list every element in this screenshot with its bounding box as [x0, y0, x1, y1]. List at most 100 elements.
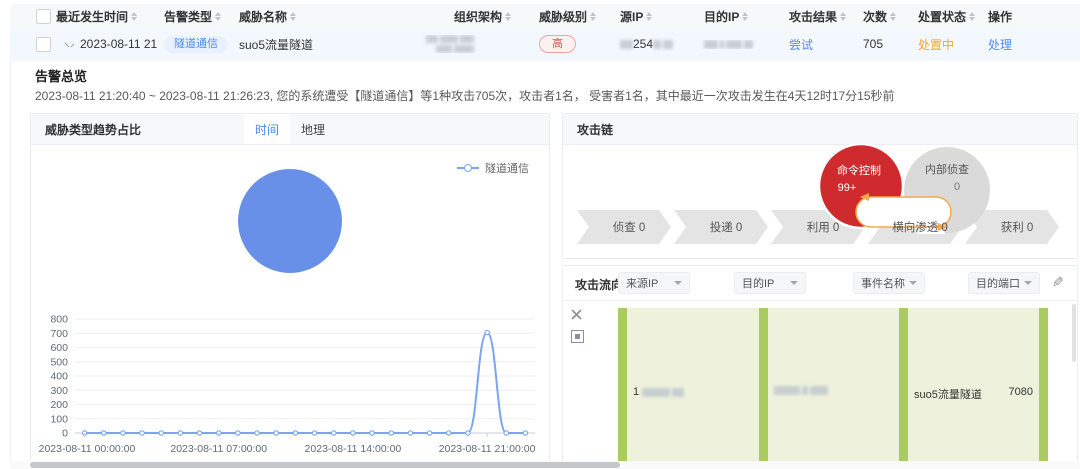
row-expander-chevron-down-icon[interactable]: [64, 42, 74, 47]
attack-chain-panel: 攻击链 侦查 0投递 0利用 0横向渗透 0获利 0命令控制99+内部侦查0: [562, 113, 1078, 259]
row-expander-cell: [54, 42, 74, 47]
select-all-checkbox[interactable]: [36, 9, 51, 24]
trend-line-chart: 01002003004005006007008002023-08-11 00:0…: [31, 309, 551, 461]
attack-flow-header: 攻击流向 来源IP 目的IP 事件名称 目的端口 ✎: [563, 266, 1077, 301]
overview-title: 告警总览: [35, 66, 87, 85]
cell-threat-name: suo5流量隧道: [233, 36, 418, 53]
legend-line-circle-icon: [457, 167, 479, 169]
col-header-source-ip[interactable]: 源IP: [608, 8, 698, 25]
row-checkbox[interactable]: [36, 37, 51, 52]
sort-icon[interactable]: [215, 12, 221, 21]
fit-view-icon[interactable]: [571, 330, 584, 343]
col-header-time[interactable]: 最近发生时间: [54, 8, 158, 25]
sort-icon[interactable]: [505, 12, 511, 21]
overview-summary: 2023-08-11 21:20:40 ~ 2023-08-11 21:26:2…: [35, 87, 895, 104]
panel-vertical-scrollbar[interactable]: [1072, 304, 1076, 362]
sort-icon[interactable]: [969, 12, 975, 21]
flow-label-2: [774, 386, 828, 395]
col-header-action: 操作: [978, 8, 1080, 25]
cell-action: 处理: [978, 36, 1080, 53]
cell-count: 705: [853, 37, 908, 51]
svg-text:200: 200: [50, 399, 68, 411]
flow-band-3[interactable]: suo5流量隧道 7080: [908, 308, 1039, 469]
col-header-threat-level[interactable]: 威胁级别: [533, 8, 608, 25]
horizontal-scrollbar-track[interactable]: [10, 461, 1080, 469]
flow-node-bar[interactable]: [759, 308, 768, 469]
attack-chain-diagram: 侦查 0投递 0利用 0横向渗透 0获利 0命令控制99+内部侦查0: [563, 144, 1077, 259]
attack-chain-panel-header: 攻击链: [563, 114, 1077, 145]
filter-select-source-ip[interactable]: 来源IP: [618, 272, 690, 294]
threat-level-badge: 高: [539, 35, 576, 53]
masked-flow-label: [642, 388, 684, 397]
legend-item[interactable]: 隧道通信: [457, 160, 529, 176]
svg-text:投递 0: 投递 0: [710, 220, 743, 234]
chevron-down-icon: [909, 281, 917, 285]
filter-select-dest-port[interactable]: 目的端口: [968, 272, 1040, 294]
alerts-table-header: 最近发生时间 告警类型 威胁名称 组织架构 威胁级别 源IP 目的IP 攻击结果…: [10, 4, 1080, 28]
col-header-org[interactable]: 组织架构: [418, 8, 533, 25]
svg-text:700: 700: [50, 328, 68, 340]
svg-text:2023-08-11 21:00:00: 2023-08-11 21:00:00: [439, 443, 536, 455]
alert-table-row[interactable]: 2023-08-11 21:26:23 隧道通信 suo5流量隧道 高 254 …: [10, 28, 1080, 60]
flow-band-1[interactable]: 1: [627, 308, 759, 469]
flow-event-label: suo5流量隧道: [914, 386, 982, 402]
sort-icon[interactable]: [590, 12, 596, 21]
sort-icon[interactable]: [840, 12, 846, 21]
masked-flow-label: [774, 386, 828, 395]
edit-pencil-icon[interactable]: ✎: [1052, 275, 1064, 289]
flow-node-bar[interactable]: [1039, 308, 1048, 469]
masked-ip-suffix: [653, 40, 673, 49]
col-header-handle-status[interactable]: 处置状态: [908, 8, 978, 25]
flow-node-bar[interactable]: [618, 308, 627, 469]
svg-text:侦查 0: 侦查 0: [613, 220, 646, 234]
cell-threat-level: 高: [533, 35, 608, 53]
svg-text:500: 500: [50, 356, 68, 368]
attack-chain-svg: 侦查 0投递 0利用 0横向渗透 0获利 0命令控制99+内部侦查0: [563, 144, 1077, 259]
cell-handle-status: 处置中: [908, 36, 978, 53]
handle-action-link[interactable]: 处理: [988, 36, 1012, 53]
svg-text:0: 0: [62, 428, 68, 440]
masked-ip-prefix: [620, 40, 633, 49]
svg-text:内部侦查: 内部侦查: [925, 162, 969, 176]
cell-source-ip: 254: [608, 37, 698, 51]
svg-text:命令控制: 命令控制: [837, 163, 881, 177]
svg-text:400: 400: [50, 371, 68, 383]
chevron-down-icon: [1024, 281, 1032, 285]
filter-select-event-name[interactable]: 事件名称: [853, 272, 925, 294]
source-ip-visible-fragment: 254: [633, 37, 653, 51]
alert-dashboard-page: 最近发生时间 告警类型 威胁名称 组织架构 威胁级别 源IP 目的IP 攻击结果…: [0, 0, 1080, 469]
flow-band-2[interactable]: [768, 308, 899, 469]
sort-icon[interactable]: [131, 12, 137, 21]
col-header-dest-ip[interactable]: 目的IP: [698, 8, 783, 25]
sort-icon[interactable]: [290, 12, 296, 21]
svg-text:2023-08-11 00:00:00: 2023-08-11 00:00:00: [39, 443, 136, 455]
cell-org-masked: [418, 35, 533, 53]
col-header-threat-name[interactable]: 威胁名称: [233, 8, 418, 25]
tab-time[interactable]: 时间: [244, 114, 290, 144]
attack-flow-panel: 攻击流向 来源IP 目的IP 事件名称 目的端口 ✎ 1: [562, 265, 1078, 469]
sort-icon[interactable]: [742, 12, 748, 21]
sort-icon[interactable]: [890, 12, 896, 21]
cell-attack-result: 尝试: [783, 36, 853, 53]
trend-tabs: 时间 地理: [244, 114, 336, 144]
sort-icon[interactable]: [646, 12, 652, 21]
col-header-attack-result[interactable]: 攻击结果: [783, 8, 853, 25]
svg-text:横向渗透 0: 横向渗透 0: [892, 220, 948, 234]
handle-status-text: 处置中: [918, 36, 954, 53]
tab-geo[interactable]: 地理: [290, 114, 336, 144]
attack-result-text: 尝试: [789, 36, 813, 53]
alert-type-badge: 隧道通信: [164, 36, 228, 53]
legend-label: 隧道通信: [485, 160, 529, 176]
fullscreen-expand-icon[interactable]: [570, 308, 583, 326]
col-header-count[interactable]: 次数: [853, 8, 908, 25]
svg-text:99+: 99+: [838, 182, 857, 194]
flow-port-label: 7080: [1009, 386, 1033, 398]
col-header-alert-type[interactable]: 告警类型: [158, 8, 233, 25]
svg-text:300: 300: [50, 385, 68, 397]
filter-select-dest-ip[interactable]: 目的IP: [734, 272, 806, 294]
flow-node-bar[interactable]: [899, 308, 908, 469]
svg-text:100: 100: [50, 413, 68, 425]
horizontal-scrollbar-thumb[interactable]: [30, 462, 620, 468]
cell-alert-type: 隧道通信: [158, 36, 233, 53]
svg-text:2023-08-11 14:00:00: 2023-08-11 14:00:00: [305, 443, 402, 455]
